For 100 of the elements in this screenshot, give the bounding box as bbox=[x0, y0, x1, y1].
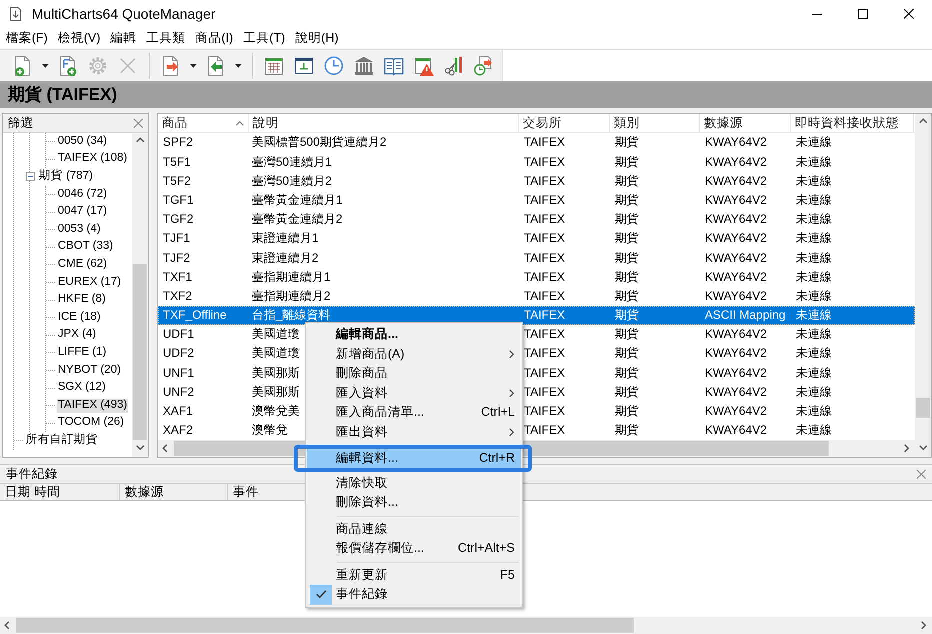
tree-item[interactable]: SGX (12) bbox=[57, 381, 107, 395]
menu-item[interactable]: 說明(H) bbox=[290, 29, 344, 48]
caret-icon bbox=[42, 64, 49, 68]
table-cell: 期貨 bbox=[615, 327, 639, 342]
menu-item[interactable]: 新增商品(A) bbox=[307, 344, 521, 364]
table-cell: T5F2 bbox=[163, 174, 192, 188]
table-cell: 澳幣兌 bbox=[252, 423, 288, 438]
table-cell: 台指_離線資料 bbox=[252, 308, 331, 322]
table-cell: 期貨 bbox=[615, 346, 639, 360]
table-cell: KWAY64V2 bbox=[705, 346, 768, 360]
table-cell: 美國道瓊 bbox=[252, 327, 300, 342]
menu-item[interactable]: 檢視(V) bbox=[52, 29, 106, 48]
menu-item[interactable]: 報價儲存欄位... Ctrl+Alt+S bbox=[307, 539, 521, 558]
menu-item[interactable]: 編輯 bbox=[106, 29, 142, 48]
table-cell: 澳幣兌美 bbox=[252, 404, 300, 418]
table-cell: 美國標普500期貨連續月2 bbox=[252, 135, 387, 150]
scrollbar-thumb[interactable] bbox=[133, 264, 147, 440]
section-title: 期貨 (TAIFEX) bbox=[0, 81, 932, 108]
table-cell: KWAY64V2 bbox=[705, 154, 768, 169]
close-icon bbox=[134, 118, 143, 128]
table-cell: UDF2 bbox=[163, 346, 194, 360]
tree-item[interactable]: EUREX (17) bbox=[57, 276, 122, 290]
table-cell: 臺灣50連續月2 bbox=[252, 174, 332, 188]
table-cell: T5F1 bbox=[163, 154, 192, 169]
table-cell: TJF1 bbox=[163, 231, 190, 246]
menu-item[interactable]: 工具(T) bbox=[238, 29, 290, 48]
menu-item[interactable]: 編輯商品... bbox=[307, 325, 521, 344]
table-cell: TAIFEX bbox=[524, 270, 566, 284]
table-cell: TAIFEX bbox=[524, 404, 566, 418]
chevron-right-icon bbox=[902, 444, 912, 453]
menu-item[interactable]: 匯入商品清單... Ctrl+L bbox=[307, 403, 521, 422]
shortcut-text: F5 bbox=[500, 568, 515, 583]
table-cell: 期貨 bbox=[615, 250, 639, 265]
table-cell: KWAY64V2 bbox=[705, 192, 768, 207]
tree-item[interactable]: NYBOT (20) bbox=[57, 364, 122, 378]
table-cell: ASCII Mapping bbox=[705, 308, 786, 322]
table-cell: TGF2 bbox=[163, 212, 194, 226]
menu-item[interactable]: 商品(I) bbox=[190, 29, 238, 48]
table-cell: KWAY64V2 bbox=[705, 174, 768, 188]
menu-item[interactable]: 檔案(F) bbox=[1, 29, 53, 48]
menu-item[interactable]: 重新更新 F5 bbox=[307, 566, 521, 585]
shortcut-text: Ctrl+L bbox=[481, 405, 515, 420]
table-cell: TAIFEX bbox=[524, 288, 566, 303]
collapse-icon[interactable] bbox=[26, 172, 35, 182]
check-icon bbox=[316, 590, 326, 600]
table-cell: KWAY64V2 bbox=[705, 327, 768, 342]
table-cell: 臺灣50連續月1 bbox=[252, 154, 332, 169]
tree-item[interactable]: CBOT (33) bbox=[57, 240, 114, 254]
tree-item[interactable]: CME (62) bbox=[57, 258, 108, 272]
table-cell: 未連線 bbox=[796, 346, 832, 360]
table-cell: 未連線 bbox=[796, 384, 832, 399]
scrollbar-thumb[interactable] bbox=[16, 618, 634, 633]
tree-item[interactable]: 0046 (72) bbox=[57, 188, 108, 202]
menu-item[interactable]: 匯入資料 bbox=[307, 384, 521, 403]
table-cell: 期貨 bbox=[615, 366, 639, 380]
chevron-left-icon bbox=[162, 444, 170, 453]
shortcut-text: Ctrl+Alt+S bbox=[458, 541, 515, 556]
table-cell: 臺幣黃金連續月1 bbox=[252, 192, 343, 207]
table-cell: UDF1 bbox=[163, 327, 194, 342]
column-header[interactable]: 日期 時間 bbox=[0, 484, 120, 500]
scrollbar-thumb[interactable] bbox=[916, 398, 930, 418]
tree-item[interactable]: LIFFE (1) bbox=[57, 346, 108, 360]
tree-item[interactable]: JPX (4) bbox=[57, 328, 98, 342]
tree-item[interactable]: TAIFEX (493) bbox=[57, 398, 128, 413]
tree-item[interactable]: HKFE (8) bbox=[57, 293, 107, 308]
table-cell: 未連線 bbox=[796, 250, 832, 265]
table-cell: 期貨 bbox=[615, 135, 639, 150]
tree-item[interactable]: 所有自訂期貨 bbox=[25, 434, 99, 448]
table-cell: KWAY64V2 bbox=[705, 212, 768, 226]
menu-item[interactable]: 刪除商品 bbox=[307, 364, 521, 384]
column-header[interactable]: 數據源 bbox=[120, 484, 228, 500]
table-cell: UNF1 bbox=[163, 366, 194, 380]
menu-item[interactable]: 工具類 bbox=[142, 29, 191, 48]
table-cell: 未連線 bbox=[796, 308, 832, 322]
tree-item[interactable]: 0050 (34) bbox=[57, 134, 108, 149]
tree-item[interactable]: TOCOM (26) bbox=[57, 416, 126, 430]
menu-item[interactable]: 編輯資料... Ctrl+R bbox=[307, 449, 521, 468]
tree-item[interactable]: 0047 (17) bbox=[57, 205, 108, 220]
table-cell: 未連線 bbox=[796, 270, 832, 284]
table-cell: KWAY64V2 bbox=[705, 404, 768, 418]
tree-item[interactable]: ICE (18) bbox=[57, 310, 102, 325]
menu-item[interactable]: 事件紀錄 bbox=[307, 585, 521, 604]
table-cell: TAIFEX bbox=[524, 212, 566, 226]
table-cell: KWAY64V2 bbox=[705, 135, 768, 150]
table-cell: 未連線 bbox=[796, 192, 832, 207]
tree-item[interactable]: TAIFEX (108) bbox=[57, 152, 128, 166]
table-cell: 未連線 bbox=[796, 212, 832, 226]
caret-icon bbox=[190, 64, 197, 68]
table-cell: TXF2 bbox=[163, 288, 192, 303]
menu-item[interactable]: 商品連線 bbox=[307, 520, 521, 539]
tree-item[interactable]: 期貨 (787) bbox=[38, 170, 94, 184]
table-cell: KWAY64V2 bbox=[705, 288, 768, 303]
table-cell: TAIFEX bbox=[524, 231, 566, 246]
table-cell: TAIFEX bbox=[524, 346, 566, 360]
table-cell: 未連線 bbox=[796, 288, 832, 303]
menu-item[interactable]: 匯出資料 bbox=[307, 422, 521, 442]
app-icon bbox=[8, 6, 24, 22]
table-cell: 未連線 bbox=[796, 174, 832, 188]
tree-item[interactable]: 0053 (4) bbox=[57, 222, 102, 237]
table-cell: 未連線 bbox=[796, 231, 832, 246]
